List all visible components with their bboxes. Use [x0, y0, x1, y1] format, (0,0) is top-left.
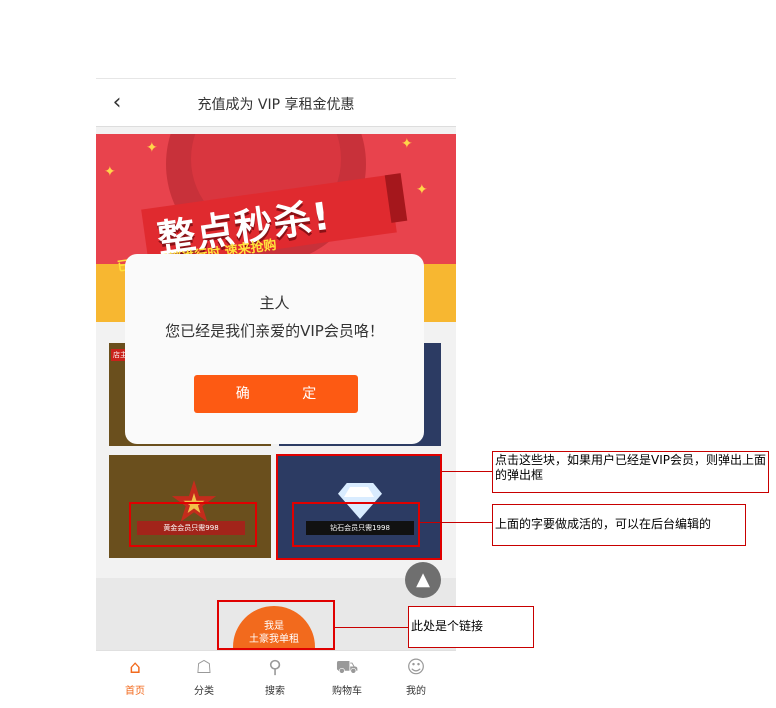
- dialog-title: 主人: [259, 294, 290, 312]
- cart-icon: ⛟: [335, 657, 359, 678]
- vip-dialog: 主人 您已经是我们亲爱的VIP会员咯！ 确 定: [125, 254, 424, 444]
- confirm-button[interactable]: 确 定: [194, 375, 358, 413]
- home-icon: ⌂: [129, 657, 141, 678]
- tab-bar: ⌂ 首页 ☖ 分类 ⚲ 搜索 ⛟ 购物车 ☺ 我的: [96, 650, 456, 700]
- navbar: ‹ 充值成为 VIP 享租金优惠: [96, 78, 456, 127]
- annotation-link: 此处是个链接: [408, 606, 534, 648]
- dialog-message: 您已经是我们亲爱的VIP会员咯！: [165, 322, 384, 340]
- tab-category[interactable]: ☖ 分类: [168, 651, 240, 700]
- gold-label-highlight: [129, 502, 257, 547]
- sparkle-icon: ✦: [146, 140, 158, 156]
- category-icon: ☖: [195, 657, 213, 678]
- back-to-top-icon[interactable]: ▲: [405, 562, 441, 598]
- tab-home[interactable]: ⌂ 首页: [99, 651, 171, 700]
- connector-line: [442, 471, 492, 472]
- tab-cart[interactable]: ⛟ 购物车: [311, 651, 383, 700]
- annotation-editable: 上面的字要做成活的，可以在后台编辑的: [492, 504, 746, 546]
- tab-label: 我的: [406, 686, 426, 697]
- sparkle-icon: ✦: [401, 136, 413, 152]
- link-highlight: [217, 600, 335, 650]
- tab-me[interactable]: ☺ 我的: [380, 651, 452, 700]
- user-icon: ☺: [406, 657, 426, 678]
- page-title: 充值成为 VIP 享租金优惠: [197, 97, 355, 113]
- diamond-label-highlight: [292, 502, 420, 547]
- search-icon: ⚲: [268, 657, 282, 678]
- connector-line: [420, 522, 492, 523]
- tab-label: 首页: [125, 686, 145, 697]
- annotation-tiles: 点击这些块，如果用户已经是VIP会员，则弹出上面的弹出框: [492, 451, 769, 493]
- sparkle-icon: ✦: [416, 182, 428, 198]
- tab-label: 购物车: [332, 686, 362, 697]
- tab-label: 搜索: [265, 686, 285, 697]
- tab-search[interactable]: ⚲ 搜索: [239, 651, 311, 700]
- tab-label: 分类: [194, 686, 214, 697]
- connector-line: [335, 627, 408, 628]
- sparkle-icon: ✦: [104, 164, 116, 180]
